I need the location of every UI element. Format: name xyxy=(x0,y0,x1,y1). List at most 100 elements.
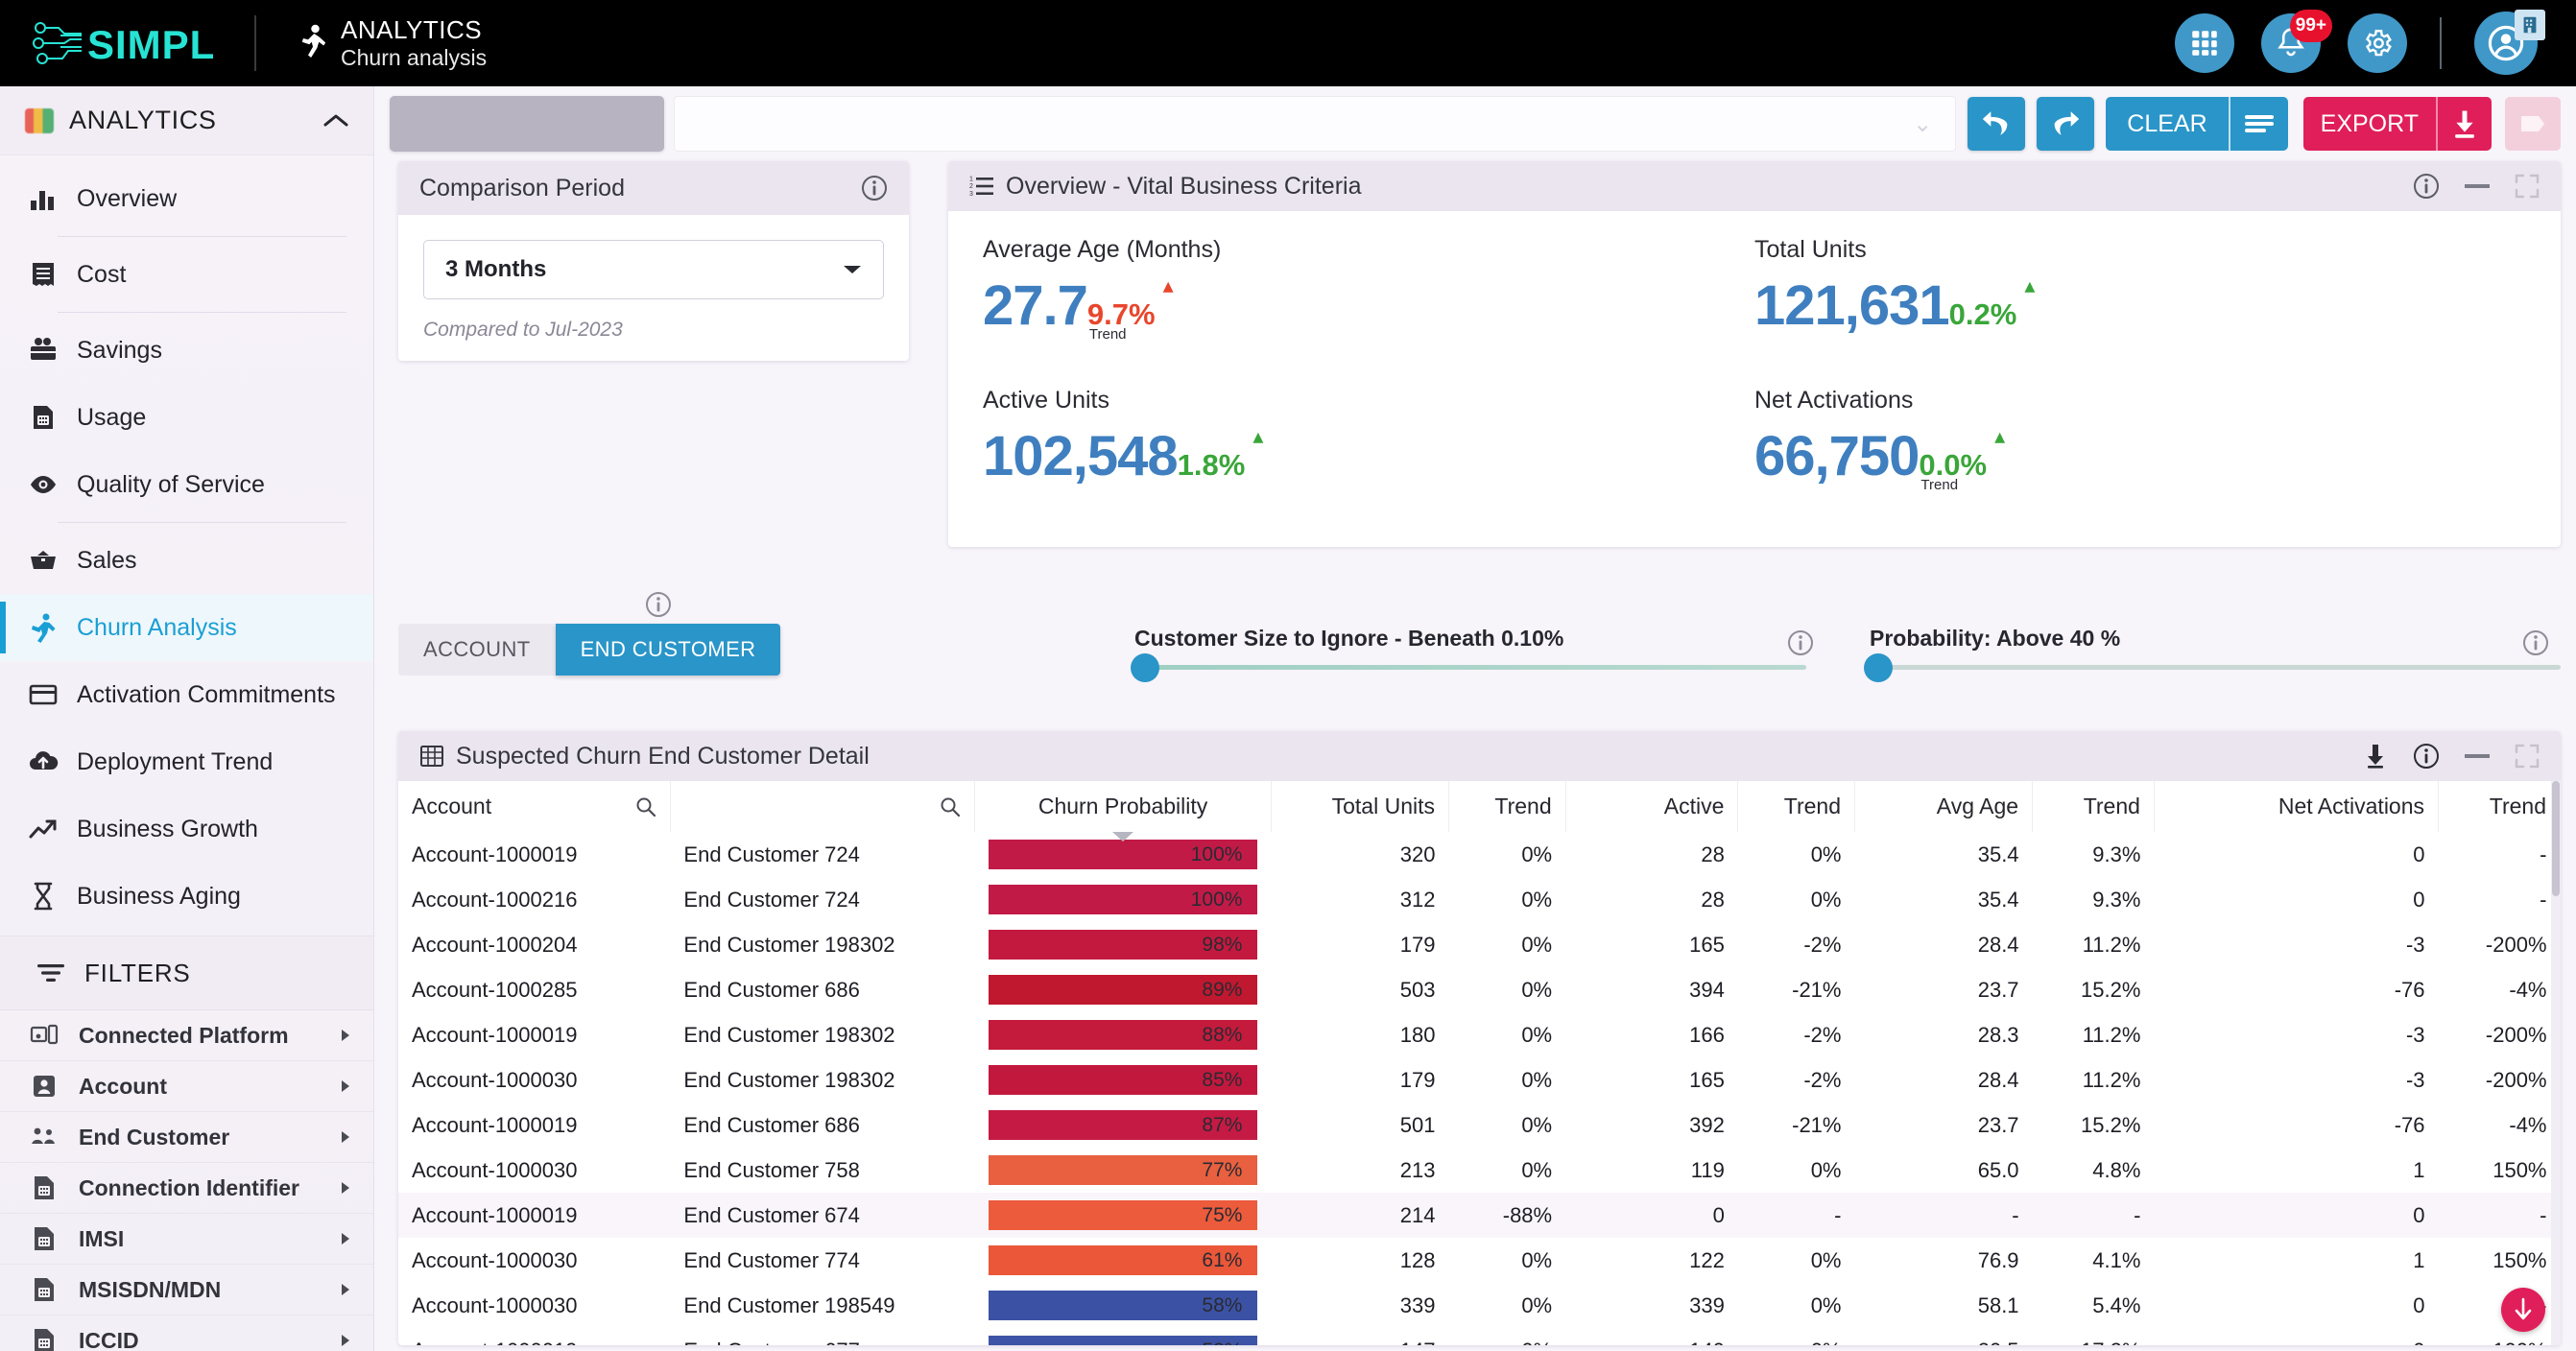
settings-button[interactable] xyxy=(2348,13,2407,73)
sidebar-item-deployment-trend[interactable]: Deployment Trend xyxy=(0,728,373,795)
sidebar-item-overview[interactable]: Overview xyxy=(0,165,373,232)
customer-size-info-icon[interactable] xyxy=(1787,629,1814,656)
filters-section-header[interactable]: FILTERS xyxy=(0,936,373,1010)
probability-slider-knob[interactable] xyxy=(1864,653,1893,682)
sidebar-item-label: Usage xyxy=(77,403,147,431)
notifications-button[interactable]: 99+ xyxy=(2261,10,2332,73)
sidebar-item-sales[interactable]: Sales xyxy=(0,527,373,594)
sidebar-item-activation-commitments[interactable]: Activation Commitments xyxy=(0,661,373,728)
sidebar-item-business-aging[interactable]: Business Aging xyxy=(0,863,373,930)
col-total-units-trend[interactable]: Trend xyxy=(1448,781,1566,832)
col-net-activations[interactable]: Net Activations xyxy=(2154,781,2440,832)
customer-size-slider-knob[interactable] xyxy=(1131,653,1159,682)
probability-info-icon[interactable] xyxy=(2522,629,2549,656)
cell-net-activations-trend: - xyxy=(2540,841,2547,866)
col-avg-age[interactable]: Avg Age xyxy=(1854,781,2034,832)
minimize-icon[interactable] xyxy=(2465,184,2490,188)
table-row[interactable]: Account-1000030 End Customer 198302 85% 179… xyxy=(398,1057,2561,1102)
svg-text:SIMPL: SIMPL xyxy=(87,22,215,67)
tab-account[interactable]: ACCOUNT xyxy=(398,624,556,676)
col-active-trend[interactable]: Trend xyxy=(1737,781,1855,832)
search-icon[interactable] xyxy=(940,796,961,818)
chevron-up-icon[interactable] xyxy=(323,113,348,129)
apps-grid-button[interactable] xyxy=(2175,13,2234,73)
clear-button[interactable]: CLEAR xyxy=(2106,97,2229,151)
undo-button[interactable] xyxy=(1968,97,2026,151)
table-row[interactable]: Account-1000030 End Customer 198549 58% 339… xyxy=(398,1283,2561,1328)
chat-button[interactable] xyxy=(2505,97,2561,151)
sidebar-item-cost[interactable]: Cost xyxy=(0,241,373,308)
col-customer[interactable] xyxy=(670,781,976,832)
cell-active-trend: 0% xyxy=(1810,1292,1842,1317)
sidebar-item-business-growth[interactable]: Business Growth xyxy=(0,795,373,863)
table-row[interactable]: Account-1000019 End Customer 686 87% 501 0% 3… xyxy=(398,1102,2561,1148)
cell-account: Account-1000019 xyxy=(398,1328,670,1346)
table-row[interactable]: Account-1000019End Customer 67753%1470%1… xyxy=(398,1328,2561,1345)
cell-active-trend: - xyxy=(1737,1193,1855,1238)
sidebar-item-churn-analysis[interactable]: Churn Analysis xyxy=(0,594,373,661)
table-row[interactable]: Account-1000285 End Customer 686 89% 503 0% 3… xyxy=(398,967,2561,1012)
table-row[interactable]: Account-1000030 End Customer 758 77% 213 0% 1… xyxy=(398,1148,2561,1193)
user-account-button[interactable] xyxy=(2474,10,2545,75)
comparison-period-note: Compared to Jul-2023 xyxy=(423,319,623,341)
sidebar-item-label: Churn Analysis xyxy=(77,613,237,641)
sidebar-item-quality-of-service[interactable]: Quality of Service xyxy=(0,451,373,518)
scroll-to-bottom-button[interactable] xyxy=(2501,1288,2545,1332)
tabs-info-icon[interactable] xyxy=(645,591,672,618)
search-icon[interactable] xyxy=(635,796,656,818)
col-total-units[interactable]: Total Units xyxy=(1271,781,1450,832)
info-icon[interactable] xyxy=(2413,743,2440,770)
cell-total-units: 503 xyxy=(1399,977,1436,1002)
comparison-period-select[interactable]: 3 Months xyxy=(423,240,884,299)
export-download-button[interactable] xyxy=(2436,97,2492,151)
brand-logo[interactable]: SIMPL xyxy=(0,14,254,72)
chevron-down-icon xyxy=(844,266,861,273)
sidebar-item-savings[interactable]: Savings xyxy=(0,317,373,384)
filter-item-connected-platform[interactable]: Connected Platform xyxy=(0,1010,373,1061)
download-icon[interactable] xyxy=(2363,743,2388,770)
expand-icon[interactable] xyxy=(2515,744,2540,769)
col-account[interactable]: Account xyxy=(398,781,671,832)
lines-menu-icon xyxy=(2244,115,2274,132)
cell-account: Account-1000019 xyxy=(398,1193,671,1238)
info-icon[interactable] xyxy=(2413,173,2440,200)
col-avg-age-trend[interactable]: Trend xyxy=(2032,781,2155,832)
table-vertical-scrollbar[interactable] xyxy=(2551,781,2561,1345)
cell-avg-age: 20.5 xyxy=(1854,1328,2032,1346)
tab-end-customer[interactable]: END CUSTOMER xyxy=(555,624,781,676)
overview-kpi-grid: Average Age (Months) 27.7 9.7% Trend ▴ T… xyxy=(948,211,2561,547)
export-button[interactable]: EXPORT xyxy=(2302,97,2436,151)
minimize-icon[interactable] xyxy=(2465,754,2490,758)
comparison-period-header: Comparison Period xyxy=(398,161,909,215)
col-active[interactable]: Active xyxy=(1565,781,1739,832)
toolbar-filter-chip-placeholder[interactable] xyxy=(390,96,664,152)
filters-title: FILTERS xyxy=(84,958,191,987)
filter-item-iccid[interactable]: ICCID xyxy=(0,1315,373,1351)
col-churn-probability[interactable]: Churn Probability xyxy=(974,781,1272,832)
filter-item-msisdn-mdn[interactable]: MSISDN/MDN xyxy=(0,1265,373,1315)
cell-churn-probability: 85% xyxy=(975,1057,1272,1102)
table-row[interactable]: Account-1000204 End Customer 198302 98% 179… xyxy=(398,922,2561,967)
sidebar-section-header-analytics[interactable]: ANALYTICS xyxy=(0,86,373,155)
redo-button[interactable] xyxy=(2037,97,2095,151)
clear-search-icon[interactable]: ⌄ xyxy=(1913,110,1932,138)
info-icon[interactable] xyxy=(861,175,888,201)
clear-options-button[interactable] xyxy=(2228,97,2288,151)
table-scrollbar-thumb[interactable] xyxy=(2552,781,2560,896)
customer-size-slider-track[interactable] xyxy=(1131,653,1806,682)
filter-item-account[interactable]: Account xyxy=(0,1061,373,1112)
filter-item-connection-identifier[interactable]: Connection Identifier xyxy=(0,1163,373,1214)
sidebar-item-usage[interactable]: Usage xyxy=(0,384,373,451)
table-row[interactable]: Account-1000019 End Customer 724 100% 320 0%… xyxy=(398,832,2561,877)
table-row[interactable]: Account-1000030 End Customer 774 61% 128 0% 1… xyxy=(398,1238,2561,1283)
col-net-activations-trend[interactable]: Trend xyxy=(2438,781,2561,832)
table-row[interactable]: Account-1000019 End Customer 198302 88% 180… xyxy=(398,1012,2561,1057)
expand-icon[interactable] xyxy=(2515,174,2540,199)
probability-slider-track[interactable] xyxy=(1864,653,2561,682)
filter-item-imsi[interactable]: IMSI xyxy=(0,1214,373,1265)
table-row[interactable]: Account-1000216 End Customer 724 100% 312 0%… xyxy=(398,877,2561,922)
cell-total-units: 179 xyxy=(1399,1067,1436,1092)
filter-item-end-customer[interactable]: End Customer xyxy=(0,1112,373,1163)
table-row[interactable]: Account-1000019 End Customer 674 75% 214 -88… xyxy=(398,1193,2561,1238)
search-input[interactable]: ⌄ xyxy=(674,96,1957,152)
